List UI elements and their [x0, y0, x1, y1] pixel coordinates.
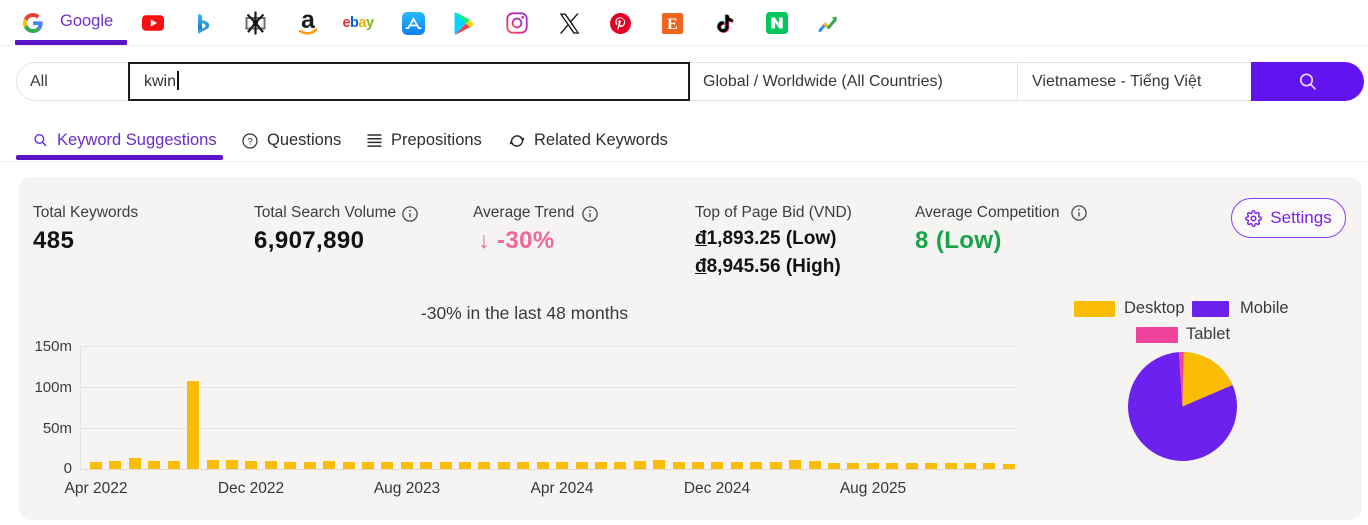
svg-text:?: ? — [247, 136, 252, 147]
svg-text:E: E — [667, 16, 678, 33]
